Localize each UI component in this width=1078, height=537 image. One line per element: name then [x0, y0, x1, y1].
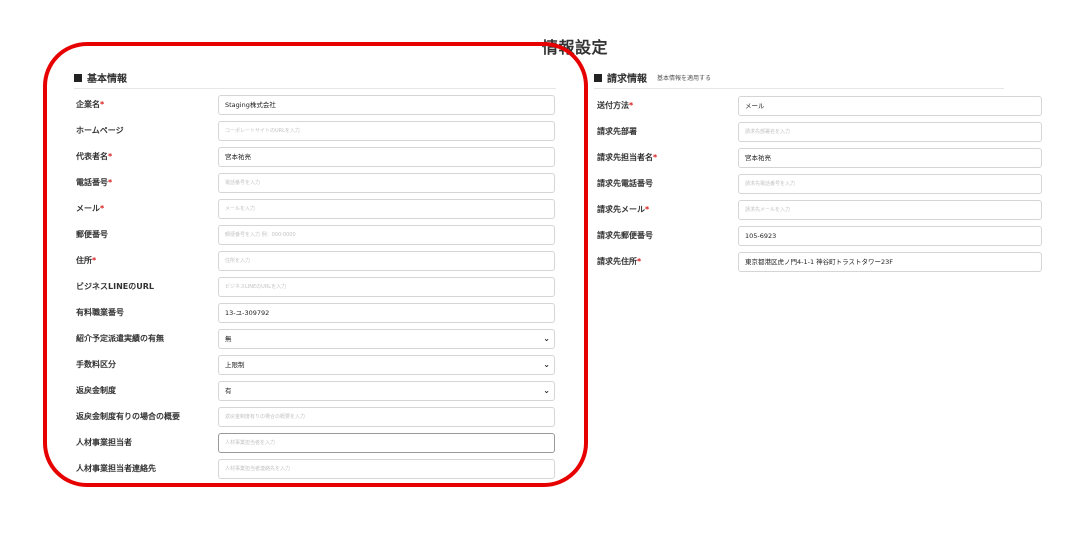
billing-phone-input[interactable]: 請求先電話番号を入力 [738, 174, 1042, 194]
billing-postal-label: 請求先郵便番号 [597, 231, 653, 240]
dispatch-record-value: 無 [225, 335, 232, 343]
postal-label: 郵便番号 [76, 230, 108, 239]
postal-input[interactable]: 郵便番号を入力 例：000-0000 [218, 225, 555, 245]
representative-label: 代表者名* [76, 152, 113, 161]
address-input[interactable]: 住所を入力 [218, 251, 555, 271]
billing-postal-input[interactable]: 105-6923 [738, 226, 1042, 246]
fee-type-label: 手数料区分 [76, 360, 116, 369]
dispatch-record-label: 紹介予定派遣実績の有無 [76, 334, 164, 343]
billing-address-label: 請求先住所* [597, 257, 642, 266]
license-number-label: 有料職業番号 [76, 308, 124, 317]
billing-contact-label: 請求先担当者名* [597, 153, 658, 162]
fee-type-select[interactable]: 上限制 ⌄ [218, 355, 555, 375]
chevron-down-icon: ⌄ [543, 360, 550, 369]
square-bullet-icon [594, 73, 602, 82]
refund-system-select[interactable]: 有 ⌄ [218, 381, 555, 401]
phone-label: 電話番号* [76, 178, 113, 187]
chevron-down-icon: ⌄ [543, 334, 550, 343]
representative-input[interactable]: 宮本祐亮 [218, 147, 555, 167]
address-label: 住所* [76, 256, 97, 265]
apply-basic-info-link[interactable]: 基本情報を適用する [657, 73, 711, 82]
billing-phone-label: 請求先電話番号 [597, 179, 653, 188]
billing-address-input[interactable]: 東京都港区虎ノ門4-1-1 神谷町トラストタワー23F [738, 252, 1042, 272]
billing-dept-input[interactable]: 請求先部署名を入力 [738, 122, 1042, 142]
refund-system-value: 有 [225, 387, 232, 395]
billing-contact-input[interactable]: 宮本祐亮 [738, 148, 1042, 168]
delivery-method-label: 送付方法* [597, 101, 634, 110]
email-input[interactable]: メールを入力 [218, 199, 555, 219]
basic-info-title: 基本情報 [87, 74, 127, 85]
homepage-label: ホームページ [76, 126, 124, 135]
homepage-input[interactable]: コーポレートサイトのURLを入力 [218, 121, 555, 141]
basic-info-heading: 基本情報 [74, 70, 127, 85]
billing-email-label: 請求先メール* [597, 205, 650, 214]
license-number-input[interactable]: 13-ユ-309792 [218, 303, 555, 323]
dispatch-record-select[interactable]: 無 ⌄ [218, 329, 555, 349]
square-bullet-icon [74, 73, 82, 82]
section-divider [594, 88, 1004, 89]
hr-contact-info-input[interactable]: 人材事業担当者連絡先を入力 [218, 459, 555, 479]
billing-info-heading: 請求情報 基本情報を適用する [594, 70, 711, 85]
refund-summary-input[interactable]: 返戻金制度有りの場合の概要を入力 [218, 407, 555, 427]
email-label: メール* [76, 204, 105, 213]
hr-contact-input[interactable]: 人材事業担当者を入力 [218, 433, 555, 453]
line-url-label: ビジネスLINEのURL [76, 282, 154, 291]
company-name-input[interactable]: Staging株式会社 [218, 95, 555, 115]
billing-email-input[interactable]: 請求先メールを入力 [738, 200, 1042, 220]
phone-input[interactable]: 電話番号を入力 [218, 173, 555, 193]
billing-dept-label: 請求先部署 [597, 127, 637, 136]
company-name-label: 企業名* [76, 100, 105, 109]
hr-contact-label: 人材事業担当者 [76, 438, 132, 447]
page-title: 情報設定 [542, 38, 609, 57]
chevron-down-icon: ⌄ [543, 386, 550, 395]
billing-info-title: 請求情報 [607, 74, 647, 85]
section-divider [74, 88, 556, 89]
hr-contact-info-label: 人材事業担当者連絡先 [76, 464, 156, 473]
delivery-method-input[interactable]: メール [738, 96, 1042, 116]
fee-type-value: 上限制 [225, 361, 245, 369]
refund-system-label: 返戻金制度 [76, 386, 116, 395]
line-url-input[interactable]: ビジネスLINEのURLを入力 [218, 277, 555, 297]
refund-summary-label: 返戻金制度有りの場合の概要 [76, 412, 180, 421]
